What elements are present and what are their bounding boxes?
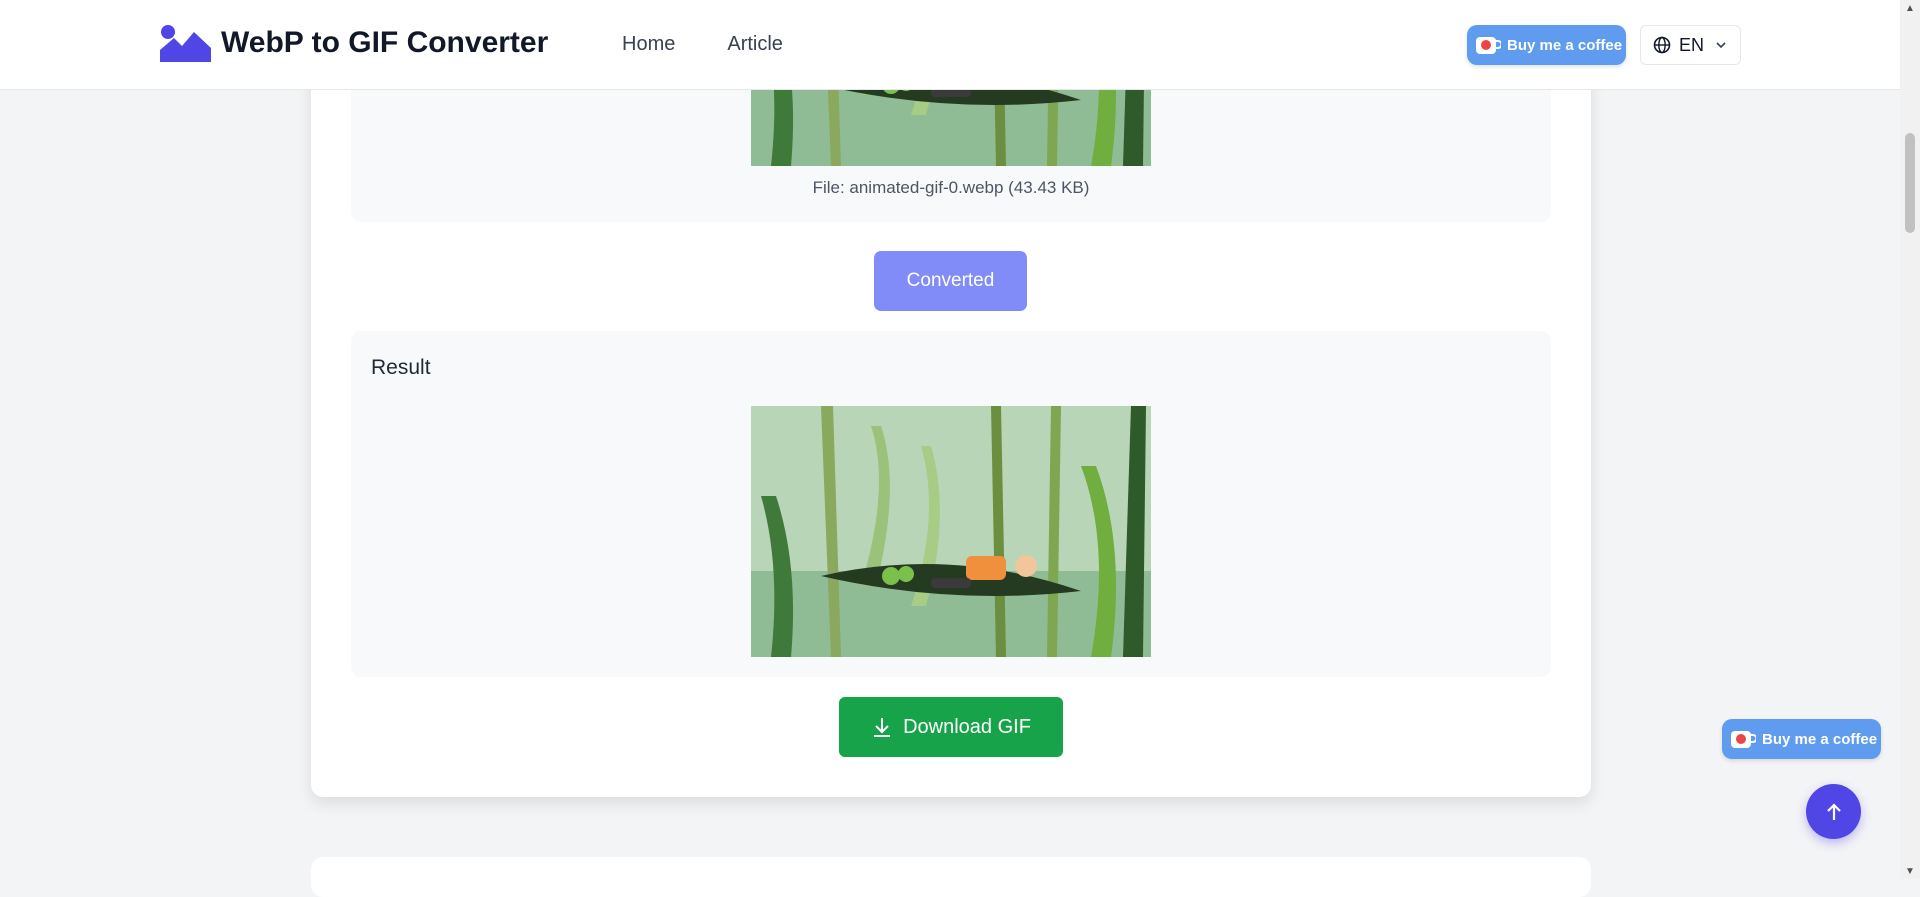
scroll-to-top-button[interactable] — [1806, 784, 1861, 839]
coffee-cup-icon — [1476, 37, 1501, 54]
logo[interactable]: WebP to GIF Converter — [160, 24, 548, 62]
converter-card: File: animated-gif-0.webp (43.43 KB) Con… — [311, 40, 1591, 797]
result-panel: Result — [351, 331, 1551, 677]
logo-mountain-icon — [160, 25, 211, 62]
result-image — [751, 406, 1151, 657]
buy-coffee-button[interactable]: Buy me a coffee — [1467, 25, 1626, 65]
page-scrollbar[interactable]: ▲ ▼ — [1900, 0, 1920, 879]
nav-article-link[interactable]: Article — [727, 33, 783, 56]
main-nav: Home Article — [622, 33, 835, 56]
nav-home-link[interactable]: Home — [622, 33, 675, 56]
floating-buy-coffee-button[interactable]: Buy me a coffee — [1722, 719, 1881, 759]
arrow-up-icon — [1826, 802, 1841, 820]
download-gif-button[interactable]: Download GIF — [839, 697, 1063, 757]
result-title: Result — [371, 356, 431, 379]
scrollbar-thumb[interactable] — [1905, 133, 1915, 233]
file-info: File: animated-gif-0.webp (43.43 KB) — [812, 178, 1090, 197]
download-gif-label: Download GIF — [903, 715, 1031, 738]
coffee-cup-icon — [1731, 731, 1756, 748]
buy-coffee-label: Buy me a coffee — [1507, 36, 1623, 54]
language-label: EN — [1679, 34, 1705, 55]
scroll-down-arrow-icon[interactable]: ▼ — [1900, 863, 1920, 879]
download-icon — [874, 718, 891, 737]
language-select[interactable]: EN — [1640, 25, 1741, 65]
converted-button[interactable]: Converted — [874, 251, 1027, 311]
floating-buy-coffee-label: Buy me a coffee — [1762, 730, 1878, 748]
scroll-up-arrow-icon[interactable]: ▲ — [1900, 0, 1920, 16]
app-title: WebP to GIF Converter — [221, 26, 549, 59]
top-header: WebP to GIF Converter Home Article Buy m… — [0, 0, 1900, 90]
next-section-card — [311, 857, 1591, 897]
globe-icon — [1653, 36, 1671, 54]
chevron-down-icon — [1716, 42, 1726, 49]
